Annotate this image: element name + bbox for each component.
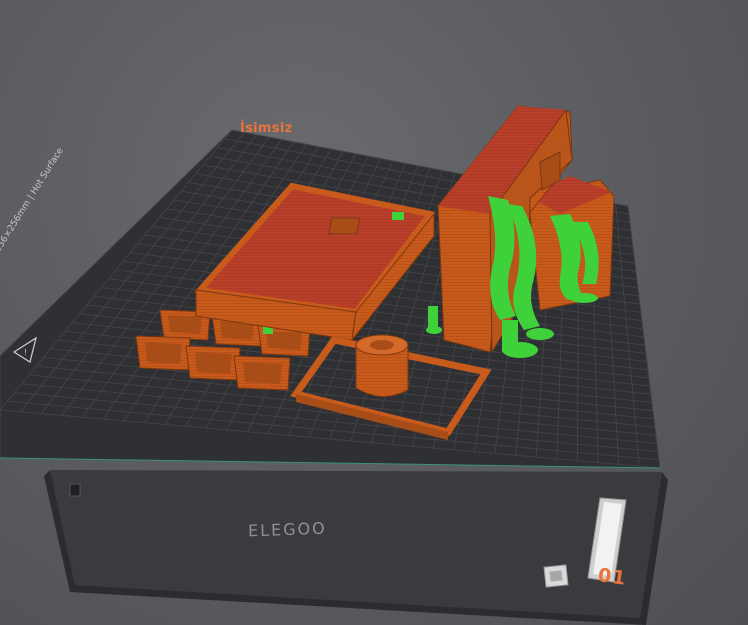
bed-clip (69, 483, 81, 497)
3d-viewport[interactable]: ! İsimsiz 256×256×256mm | Hot Surface EL… (0, 0, 748, 625)
plate-number[interactable]: 01 (597, 564, 628, 590)
svg-text:!: ! (24, 348, 27, 357)
brand-logo: ELEGOO (247, 518, 328, 541)
plate-name[interactable]: İsimsiz (240, 121, 292, 136)
build-plate-scene[interactable]: ! (0, 0, 748, 625)
knob[interactable] (355, 334, 409, 397)
